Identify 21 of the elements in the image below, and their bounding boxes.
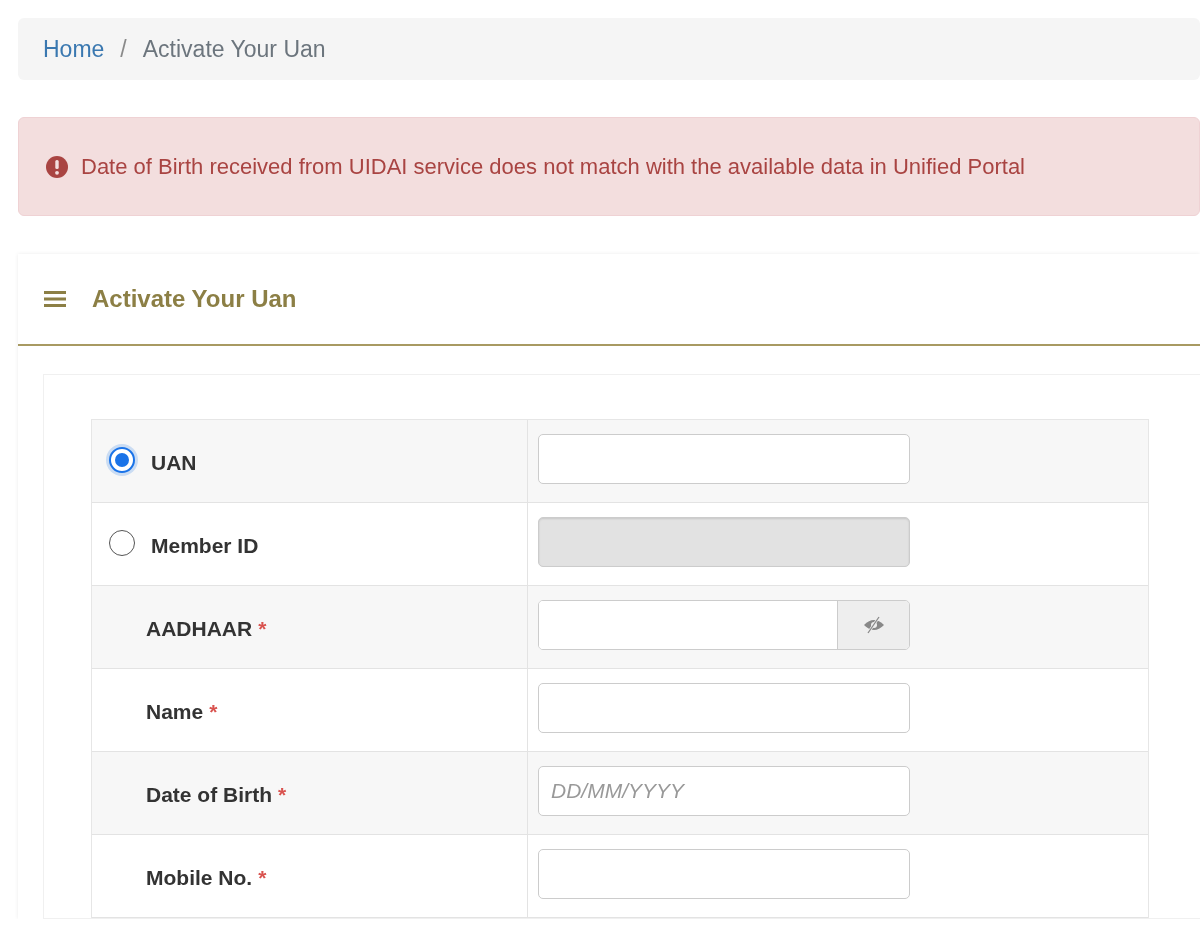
alert-message: Date of Birth received from UIDAI service does not match with the available data in Unified Portal [81, 153, 1025, 180]
field-label: Date of Birth * [146, 783, 287, 807]
text-field[interactable] [538, 434, 910, 484]
aadhaar-field[interactable] [538, 600, 910, 650]
text-field[interactable] [538, 849, 910, 899]
exclamation-icon [45, 154, 69, 179]
field-label: Member ID [151, 534, 259, 558]
breadcrumb-current: Activate Your Uan [142, 35, 326, 63]
breadcrumb-link[interactable]: Home [43, 35, 105, 63]
breadcrumb-separator: / [120, 35, 127, 63]
card-title: Activate Your Uan [92, 285, 297, 313]
text-field[interactable] [538, 683, 910, 733]
text-field[interactable]: DD/MM/YYYY [538, 766, 910, 816]
hide-toggle-button[interactable] [837, 601, 909, 649]
field-label: UAN [151, 451, 197, 475]
radio-button[interactable] [109, 447, 135, 473]
field-label: Name * [146, 700, 218, 724]
radio-button[interactable] [109, 530, 135, 556]
field-label: Mobile No. * [146, 866, 267, 890]
menu-icon [44, 290, 66, 308]
field-label: AADHAAR * [146, 617, 267, 641]
